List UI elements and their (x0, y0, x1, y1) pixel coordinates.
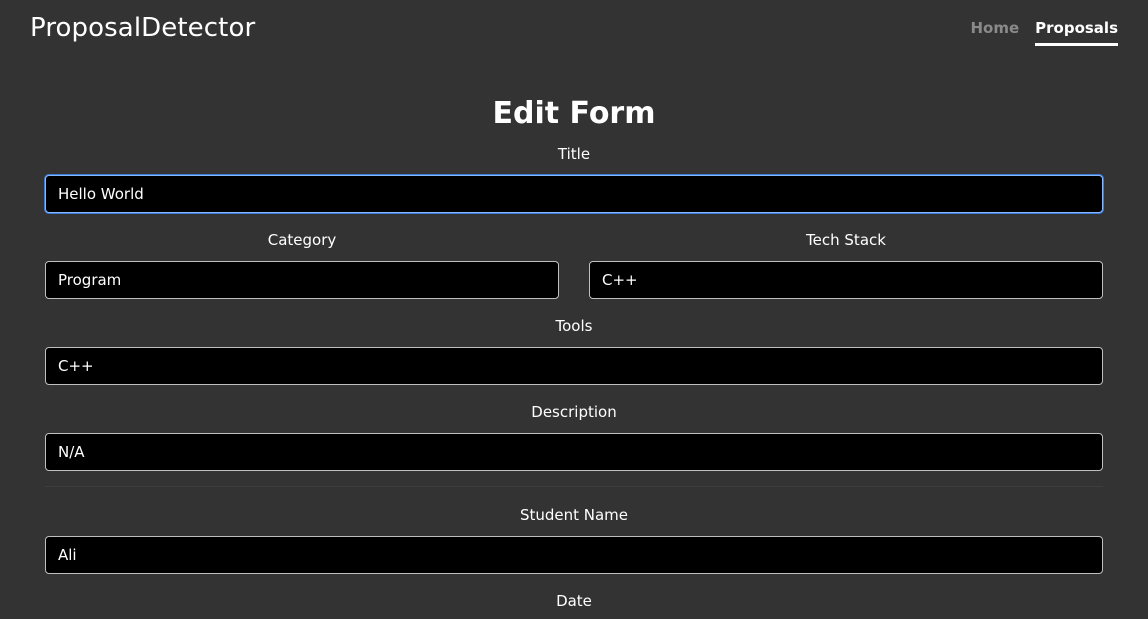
tools-label: Tools (555, 317, 593, 335)
title-label: Title (557, 145, 591, 163)
tools-input[interactable] (45, 347, 1103, 385)
student-name-label: Student Name (519, 506, 629, 524)
description-label: Description (531, 403, 617, 421)
nav-links: Home Proposals (970, 19, 1118, 46)
title-input[interactable] (45, 175, 1103, 213)
date-label: Date (556, 592, 592, 610)
tech-stack-label: Tech Stack (806, 231, 886, 249)
page-title: Edit Form (492, 96, 656, 131)
navbar: ProposalDetector Home Proposals (0, 0, 1148, 60)
tech-stack-input[interactable] (589, 261, 1103, 299)
divider (45, 486, 1103, 487)
brand-logo[interactable]: ProposalDetector (30, 13, 255, 43)
nav-link-home[interactable]: Home (970, 19, 1019, 46)
category-input[interactable] (45, 261, 559, 299)
nav-link-proposals[interactable]: Proposals (1035, 19, 1118, 46)
student-name-input[interactable] (45, 536, 1103, 574)
category-label: Category (267, 231, 337, 249)
description-input[interactable] (45, 433, 1103, 471)
